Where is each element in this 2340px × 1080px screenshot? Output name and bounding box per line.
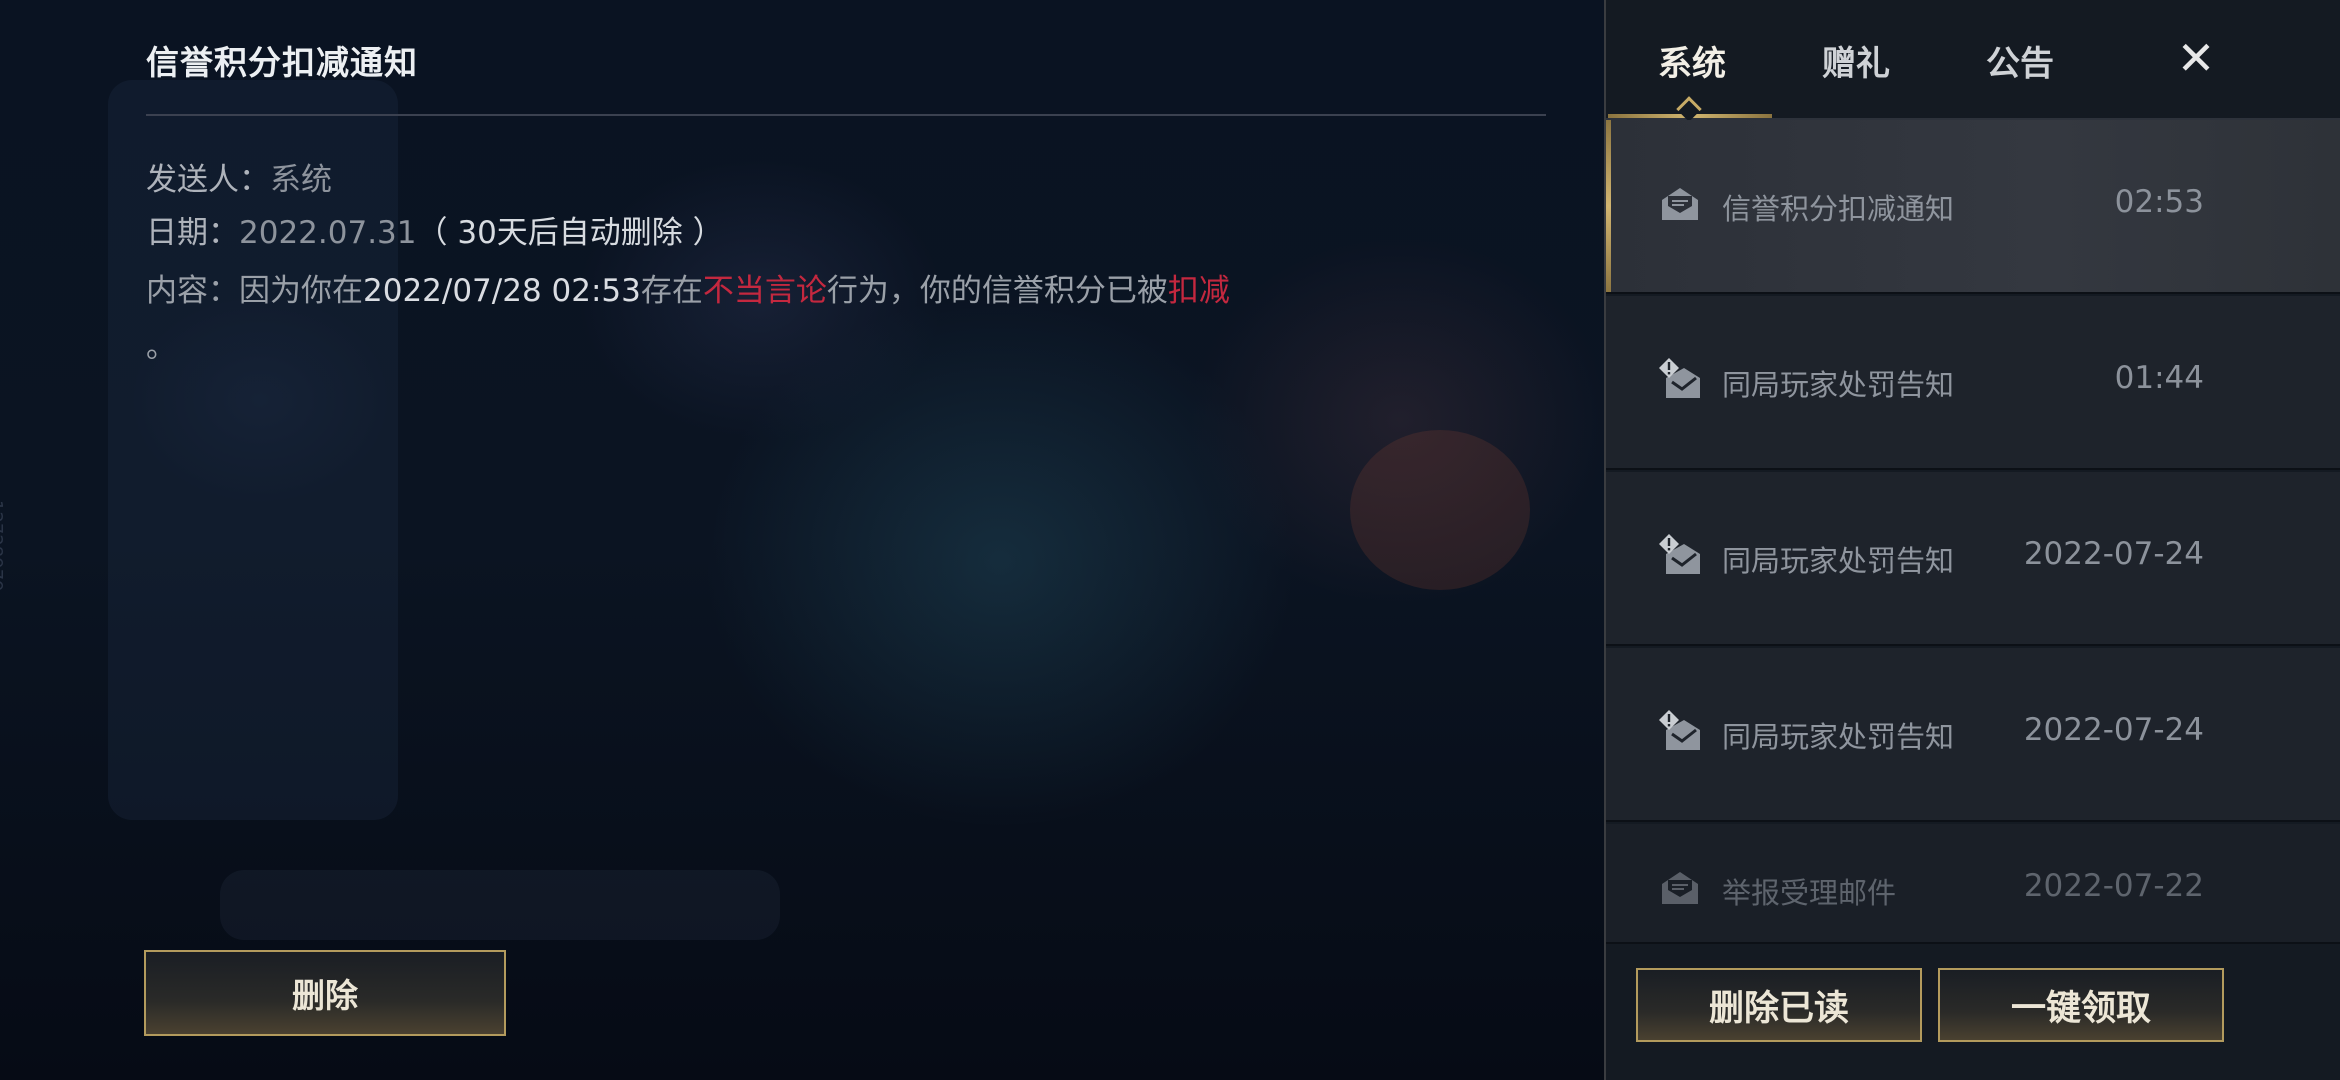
mail-item[interactable]: 举报受理邮件 2022-07-22 bbox=[1606, 824, 2340, 944]
date-value: 2022.07.31 bbox=[239, 215, 417, 251]
content-part: 因为你在 bbox=[239, 273, 363, 309]
tab-system[interactable]: 系统 bbox=[1658, 36, 1726, 85]
mail-item[interactable]: 同局玩家处罚告知 2022-07-24 bbox=[1606, 472, 2340, 646]
date-note: （ 30天后自动删除 ） bbox=[416, 215, 724, 251]
mail-item[interactable]: 同局玩家处罚告知 01:44 bbox=[1606, 296, 2340, 470]
detail-divider bbox=[146, 114, 1546, 116]
sender-label: 发送人： bbox=[146, 162, 270, 198]
mail-title: 同局玩家处罚告知 bbox=[1722, 368, 1955, 402]
mail-time: 01:44 bbox=[2114, 360, 2204, 396]
mail-title: 同局玩家处罚告知 bbox=[1722, 544, 1955, 578]
mail-title: 信誉积分扣减通知 bbox=[1722, 192, 1955, 226]
background-glow bbox=[1350, 430, 1530, 590]
content-deduct: 扣减 bbox=[1167, 273, 1230, 309]
mail-time: 2022-07-24 bbox=[2023, 712, 2204, 748]
mail-title: 同局玩家处罚告知 bbox=[1722, 720, 1955, 754]
side-id: 12728979 bbox=[0, 500, 6, 592]
mail-title: 举报受理邮件 bbox=[1722, 876, 1897, 910]
open-mail-icon bbox=[1662, 188, 1698, 220]
mail-time: 2022-07-22 bbox=[2023, 868, 2204, 904]
alert-mail-icon bbox=[1659, 710, 1700, 750]
delete-read-button[interactable]: 删除已读 bbox=[1636, 968, 1922, 1042]
mail-tabs: 系统 赠礼 公告 ✕ bbox=[1606, 0, 2340, 122]
close-icon[interactable]: ✕ bbox=[2166, 28, 2226, 88]
content-row: 内容：因为你在2022/07/28 02:53存在不当言论行为，你的信誉积分已被… bbox=[146, 265, 1230, 310]
content-datetime: 2022/07/28 02:53 bbox=[363, 273, 641, 309]
content-violation: 不当言论 bbox=[702, 273, 827, 309]
date-label: 日期： bbox=[146, 215, 239, 251]
date-row: 日期：2022.07.31（ 30天后自动删除 ） bbox=[146, 207, 724, 252]
content-label: 内容： bbox=[146, 273, 239, 309]
mail-time: 2022-07-24 bbox=[2023, 536, 2204, 572]
content-end: 。 bbox=[146, 330, 176, 365]
mail-item[interactable]: 信誉积分扣减通知 02:53 bbox=[1606, 120, 2340, 294]
mail-item[interactable]: 同局玩家处罚告知 2022-07-24 bbox=[1606, 648, 2340, 822]
mail-detail-title: 信誉积分扣减通知 bbox=[146, 43, 418, 82]
sender-value: 系统 bbox=[270, 162, 332, 198]
open-mail-icon bbox=[1662, 872, 1698, 904]
sender-row: 发送人：系统 bbox=[146, 154, 332, 199]
content-part: 存在 bbox=[640, 273, 703, 309]
claim-all-button[interactable]: 一键领取 bbox=[1938, 968, 2224, 1042]
tab-announcements[interactable]: 公告 bbox=[1986, 36, 2054, 85]
content-part: 行为，你的信誉积分已被 bbox=[826, 273, 1168, 309]
tab-gifts[interactable]: 赠礼 bbox=[1822, 36, 1890, 85]
delete-button[interactable]: 删除 bbox=[144, 950, 506, 1036]
background-bar bbox=[220, 870, 780, 940]
alert-mail-icon bbox=[1659, 534, 1700, 574]
mail-time: 02:53 bbox=[2114, 184, 2204, 220]
mail-panel: 系统 赠礼 公告 ✕ 信誉积分扣减通知 02:53 同局玩家处罚告知 01:44… bbox=[1604, 0, 2340, 1080]
alert-mail-icon bbox=[1659, 358, 1700, 398]
